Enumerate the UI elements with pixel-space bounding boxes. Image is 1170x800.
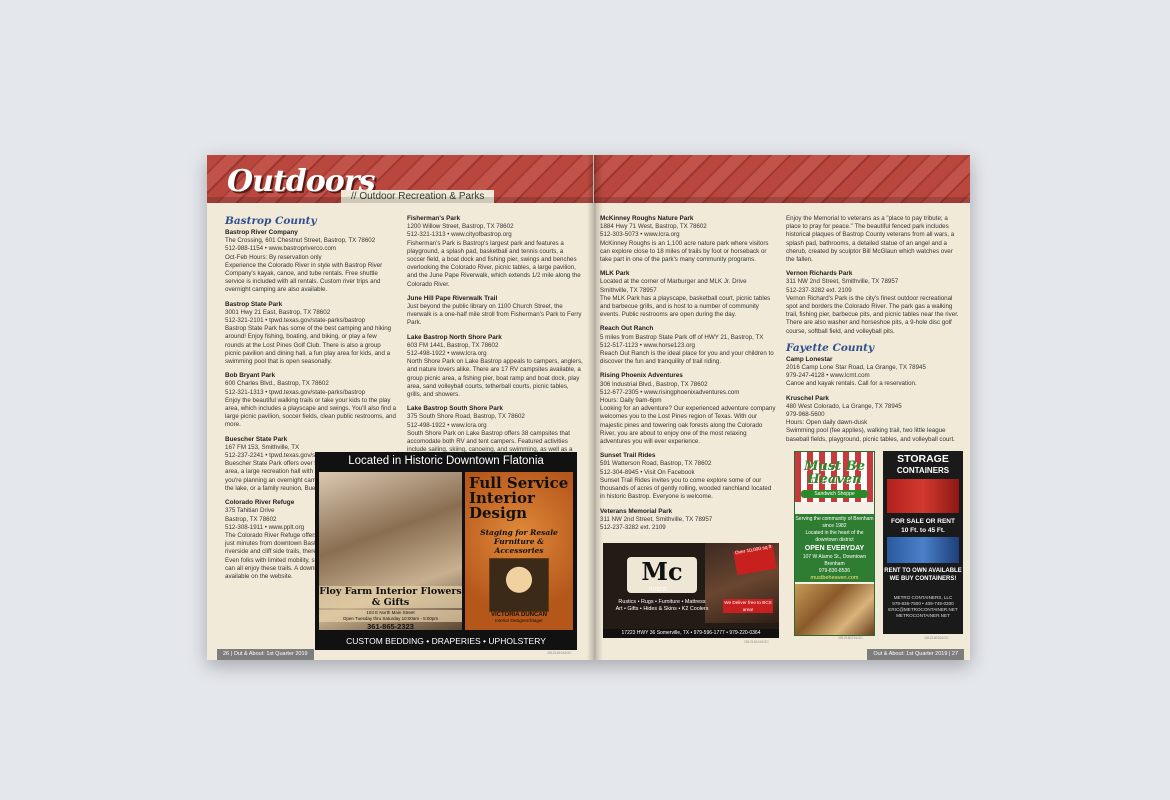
listing-body: Just beyond the public library on 1100 C… (407, 303, 582, 327)
listing-body: 2016 Camp Lone Star Road, La Grange, TX … (786, 364, 926, 388)
listing-entry: Fisherman's Park 1200 Willow Street, Bast… (407, 215, 583, 289)
ad-service-title: Full Service Interior Design (469, 474, 569, 522)
ad-storage-title2: CONTAINERS (896, 466, 950, 475)
ad-headline: Located in Historic Downtown Flatonia (315, 452, 577, 471)
listing-body: 1200 Willow Street, Bastrop, TX 78602 51… (407, 223, 581, 288)
listing-name: Lake Bastrop South Shore Park (407, 405, 503, 413)
listing-name: Veterans Memorial Park (600, 507, 673, 515)
county-heading: Bastrop County (225, 215, 317, 227)
listing-name: Fisherman's Park (407, 215, 461, 222)
ad-heaven-food-photo (795, 584, 874, 635)
listing-body: 591 Watterson Road, Bastrop, TX 78602 51… (600, 460, 772, 501)
ad-mc-lines: Rustics • Rugs • Furniture • Mattress Art… (615, 599, 709, 612)
listing-name: Camp Lonestar (786, 355, 833, 363)
section-banner: Outdoors // Outdoor Recreation & Parks (207, 155, 593, 204)
magazine-spread: Outdoors // Outdoor Recreation & Parks B… (207, 155, 970, 660)
page-footer-right: Out & About: 1st Quarter 2019 | 27 (867, 649, 964, 660)
listing-body: 1884 Hwy 71 West, Bastrop, TX 78602 512-… (600, 223, 769, 264)
ad-heaven-name: Must Be Heaven (804, 459, 865, 487)
ad-store-name: Floy Farm Interior Flowers & Gifts (319, 586, 462, 608)
listing-name: MLK Park (600, 270, 630, 278)
ad-heaven-sub: Sandwich Shoppe (801, 490, 868, 498)
listing-name: Buescher State Park (225, 435, 288, 443)
ad-mc-deliver: We Deliver free to BCS area! (723, 599, 773, 613)
listing-name: Reach Out Ranch (600, 325, 654, 333)
listing-entry: McKinney Roughs Nature Park 1884 Hwy 71 W… (600, 215, 776, 264)
county-heading: Fayette County (786, 341, 875, 354)
ad-must-be-heaven: Must Be Heaven Sandwich Shoppe Serving t… (794, 451, 875, 636)
section-banner-right (594, 155, 970, 203)
listing-entry: June Hill Pape Riverwalk Trail Just beyon… (407, 295, 583, 328)
listing-body: Located at the corner of Marburger and M… (600, 278, 771, 319)
listing-body: 600 Charles Blvd., Bastrop, TX 78602 512… (225, 380, 397, 429)
page-footer-left: 26 | Out & About: 1st Quarter 2019 (217, 649, 314, 660)
ad-code-storage: 1512160321OC (924, 636, 949, 640)
listing-body: 311 NW 2nd Street, Smithville, TX 78957 … (786, 278, 959, 335)
ad-store-address: 103 E North Main Street Open Tuesday thr… (319, 610, 462, 622)
spine-shadow (587, 155, 603, 660)
ad-code-heaven: 1512160741OC (838, 636, 863, 640)
left-page: Outdoors // Outdoor Recreation & Parks B… (207, 155, 593, 660)
ad-code-mc: 1512161041OC (744, 640, 769, 644)
listing-entry: Sunset Trail Rides 591 Watterson Road, Ba… (600, 452, 776, 501)
listing-name: McKinney Roughs Nature Park (600, 215, 694, 222)
right-column-2: Enjoy the Memorial to veterans as a "pla… (786, 215, 960, 450)
ad-storage-containers: STORAGE CONTAINERS FOR SALE OR RENT 10 F… (883, 451, 963, 634)
listing-entry: MLK Park Located at the corner of Marburg… (600, 270, 776, 319)
ad-mc-logo-sub: RUSTIC (649, 587, 668, 593)
ad-storage-title: STORAGE (897, 453, 949, 465)
ad-store-phone: 361-865-2323 (367, 622, 414, 631)
ad-storage-rent: RENT TO OWN AVAILABLE WE BUY CONTAINERS! (884, 568, 962, 582)
designer-portrait (489, 558, 549, 612)
listing-body: The Crossing, 601 Chestnut Street, Bastr… (225, 237, 383, 294)
section-subtitle: // Outdoor Recreation & Parks (341, 190, 495, 204)
listing-entry: Reach Out Ranch5 miles from Bastrop Stat… (600, 325, 776, 366)
designer-name: VICTORIA DUNCAN Interior Designer/Stager (490, 612, 547, 623)
listing-name: Bastrop State Park (225, 300, 283, 308)
ad-service-sub: Staging for Resale Furniture & Accessori… (480, 528, 558, 555)
listing-name: June Hill Pape Riverwalk Trail (407, 294, 498, 302)
listing-name: Bastrop River Company (225, 229, 298, 236)
ad-storage-company: METRO CONTAINERS, LLC 979-836-7500 • 409… (888, 595, 958, 618)
listing-name: Vernon Richards Park (786, 270, 853, 278)
ad-code: 1512161041OC (547, 651, 572, 655)
listing-entry: Camp Lonestar 2016 Camp Lone Star Road, L… (786, 356, 960, 389)
listing-entry: Kruschel Park 480 West Colorado, La Grang… (786, 395, 960, 444)
listing-entry: Rising Phoenix Adventures 306 Industrial … (600, 372, 776, 446)
ad-footer: CUSTOM BEDDING • DRAPERIES • UPHOLSTERY (315, 633, 577, 650)
ad-heaven-info: Serving the community of Brenham since 1… (795, 514, 874, 582)
listing-name: Bob Bryant Park (225, 372, 276, 380)
ad-mc-address: 17223 HWY 36 Somerville, TX • 979-596-17… (603, 629, 779, 638)
listing-body: 5 miles from Bastrop State Park off of H… (600, 333, 774, 366)
ad-storage-red-container (887, 479, 959, 513)
listing-entry: Enjoy the Memorial to veterans as a "pla… (786, 215, 960, 264)
listing-entry: Lake Bastrop North Shore Park 603 FM 1441… (407, 334, 583, 400)
right-page: McKinney Roughs Nature Park 1884 Hwy 71 W… (594, 155, 970, 660)
listing-name: Kruschel Park (786, 394, 829, 402)
listing-entry: Veterans Memorial Park 311 NW 2nd Street,… (600, 508, 776, 533)
ad-design-panel: Full Service Interior Design Staging for… (465, 472, 573, 630)
ad-storage-sale: FOR SALE OR RENT 10 Ft. to 45 Ft. (891, 518, 955, 534)
listing-name: Lake Bastrop North Shore Park (407, 333, 502, 341)
listing-body: 603 FM 1441, Bastrop, TX 78602 512-498-1… (407, 341, 583, 399)
listing-entry: Bastrop River Company The Crossing, 601 C… (225, 229, 397, 295)
ad-floy-farm: Located in Historic Downtown Flatonia Fl… (315, 452, 577, 650)
listing-entry: Bastrop State Park 3001 Hwy 21 East, Bast… (225, 301, 397, 367)
listing-entry: Vernon Richards Park 311 NW 2nd Street, S… (786, 270, 960, 336)
listing-body: 480 West Colorado, La Grange, TX 78945 9… (786, 402, 955, 443)
listing-body: 306 Industrial Blvd., Bastrop, TX 78602 … (600, 380, 776, 446)
listing-body: Enjoy the Memorial to veterans as a "pla… (786, 215, 955, 264)
listing-name: Sunset Trail Rides (600, 452, 656, 460)
listing-body: 311 NW 2nd Street, Smithville, TX 78957 … (600, 515, 713, 531)
listing-name: Rising Phoenix Adventures (600, 372, 683, 380)
listing-entry: Bob Bryant Park 600 Charles Blvd., Bastro… (225, 372, 397, 429)
ad-mc-rustic: Mc RUSTIC Over 10,000 sq ft Rustics • Ru… (603, 543, 779, 638)
listing-body: 3001 Hwy 21 East, Bastrop, TX 78602 512-… (225, 308, 392, 366)
ad-storage-blue-container (887, 537, 959, 563)
left-column-2: Fisherman's Park 1200 Willow Street, Bast… (407, 215, 583, 469)
right-column-1: McKinney Roughs Nature Park 1884 Hwy 71 W… (600, 215, 776, 538)
